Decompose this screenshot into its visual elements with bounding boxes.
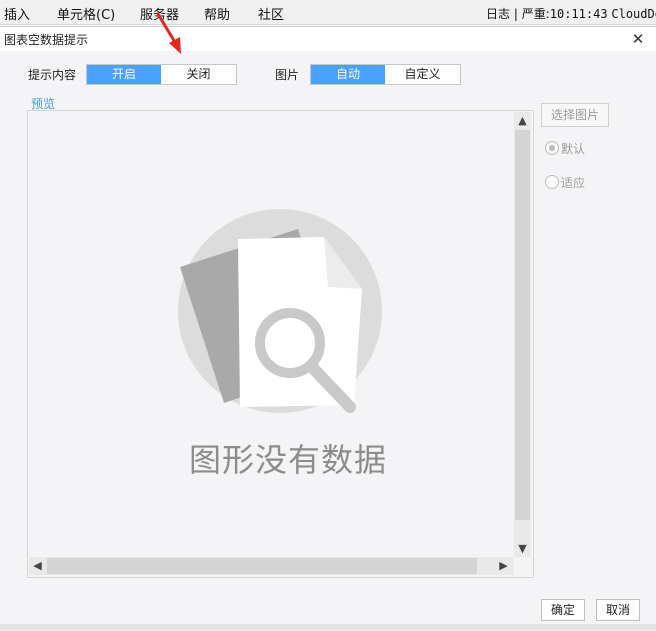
menu-community[interactable]: 社区 <box>258 4 284 23</box>
status-separator: | <box>513 7 522 21</box>
cancel-button[interactable]: 取消 <box>596 599 640 621</box>
image-auto-option[interactable]: 自动 <box>311 65 385 84</box>
image-custom-option[interactable]: 自定义 <box>385 65 460 84</box>
dialog-titlebar: 图表空数据提示 ✕ <box>0 27 656 51</box>
scroll-corner <box>514 557 531 575</box>
log-time: 10:11:43 <box>549 7 608 21</box>
log-source: CloudDe <box>611 7 656 21</box>
log-status: 日志 | 严重:10:11:43 CloudDe <box>486 5 656 22</box>
hint-toggle: 开启 关闭 <box>86 64 237 85</box>
ok-button[interactable]: 确定 <box>541 599 585 621</box>
no-data-text: 图形没有数据 <box>188 441 387 479</box>
close-icon[interactable]: ✕ <box>628 29 648 49</box>
vertical-scroll-thumb[interactable] <box>515 130 530 520</box>
severity-label: 严重: <box>521 7 550 21</box>
select-image-button[interactable]: 选择图片 <box>541 103 609 127</box>
dialog-title: 图表空数据提示 <box>4 33 89 47</box>
image-toggle: 自动 自定义 <box>310 64 461 85</box>
horizontal-scroll-thumb[interactable] <box>47 558 477 574</box>
scroll-down-icon[interactable]: ▼ <box>514 540 531 557</box>
menu-cell[interactable]: 单元格(C) <box>57 4 115 23</box>
hint-on-option[interactable]: 开启 <box>87 65 161 84</box>
bottom-strip <box>0 624 656 630</box>
hint-content-label: 提示内容 <box>28 68 77 82</box>
hint-off-option[interactable]: 关闭 <box>161 65 236 84</box>
radio-fit-label: 适应 <box>561 176 586 190</box>
menu-server[interactable]: 服务器 <box>140 4 179 23</box>
menu-insert[interactable]: 插入 <box>4 4 30 23</box>
log-button[interactable]: 日志 <box>486 7 510 21</box>
image-label: 图片 <box>275 68 300 82</box>
radio-fit[interactable] <box>545 175 559 189</box>
radio-default[interactable] <box>545 141 559 155</box>
horizontal-scrollbar[interactable]: ◀ ▶ <box>29 557 514 575</box>
menu-help[interactable]: 帮助 <box>204 4 230 23</box>
radio-default-label: 默认 <box>561 142 586 156</box>
empty-data-dialog: 图表空数据提示 ✕ 提示内容 开启 关闭 图片 自动 自定义 预览 图形没有数据… <box>0 26 656 631</box>
menu-bar: 插入 单元格(C) 服务器 帮助 社区 日志 | 严重:10:11:43 Clo… <box>0 0 656 25</box>
preview-area: 图形没有数据 ▲ ▼ ◀ ▶ <box>27 110 534 578</box>
no-data-illustration <box>178 209 382 413</box>
scroll-right-icon[interactable]: ▶ <box>495 557 512 575</box>
scroll-up-icon[interactable]: ▲ <box>514 112 531 129</box>
vertical-scrollbar[interactable]: ▲ ▼ <box>514 112 531 557</box>
scroll-left-icon[interactable]: ◀ <box>29 557 46 575</box>
